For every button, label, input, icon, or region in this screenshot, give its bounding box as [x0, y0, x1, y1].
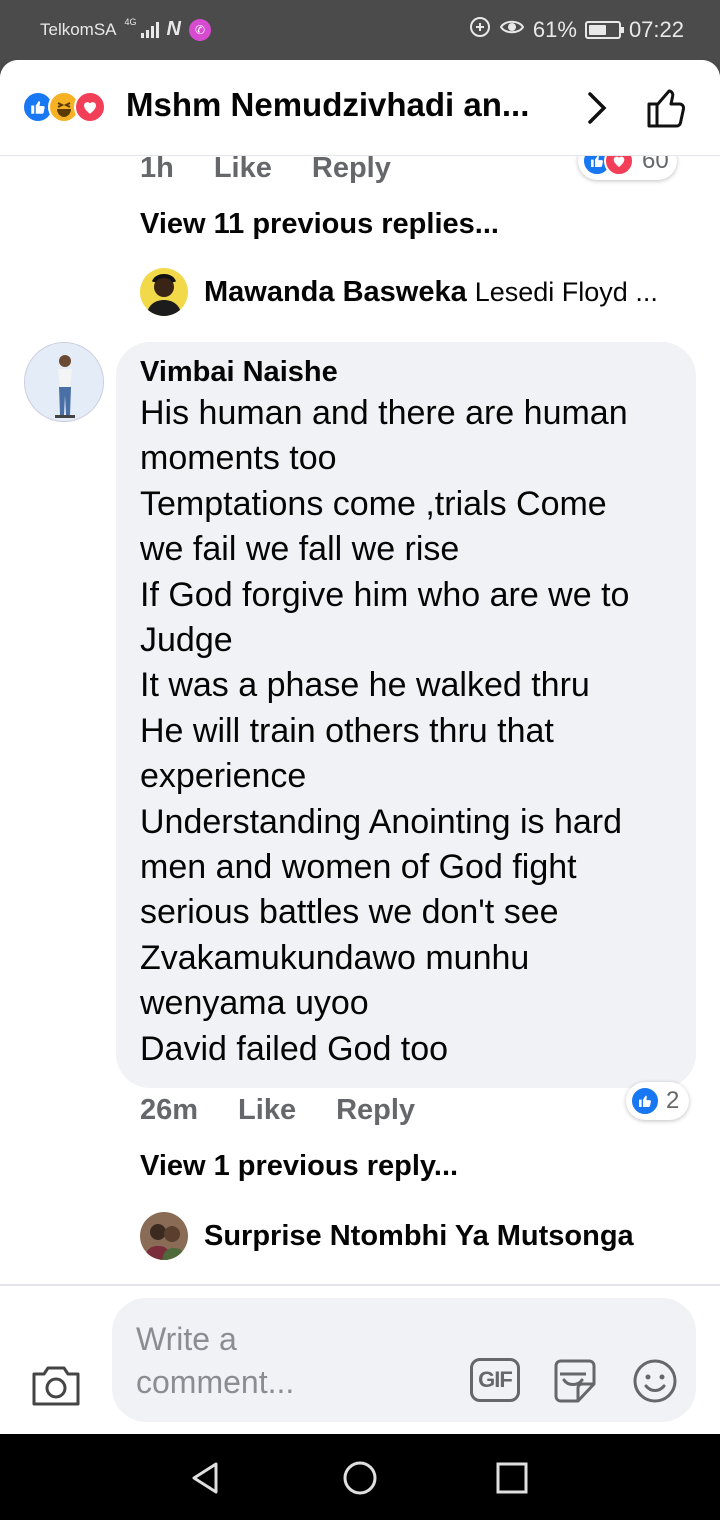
carrier-name: TelkomSA: [40, 19, 117, 39]
avatar: [140, 1212, 188, 1260]
system-nav-bar: [0, 1434, 720, 1520]
clock: 07:22: [628, 17, 684, 42]
love-icon: [74, 91, 106, 123]
latest-reply-preview[interactable]: Mawanda Basweka Lesedi Floyd ...: [140, 268, 658, 316]
reply-author-name[interactable]: Mawanda Basweka: [204, 276, 467, 309]
comment-line: Understanding Anointing is hard: [140, 802, 622, 841]
gif-icon[interactable]: GIF: [470, 1358, 520, 1402]
comment-line: serious battles we don't see: [140, 893, 559, 932]
comment-line: Temptations come ,trials Come: [140, 484, 607, 523]
view-previous-reply-link[interactable]: View 1 previous reply...: [140, 1150, 458, 1183]
comment-line: It was a phase he walked thru: [140, 666, 590, 705]
comment-line: Judge: [140, 621, 233, 660]
comment-reaction-pill[interactable]: 2: [626, 1082, 690, 1120]
sticker-icon[interactable]: [550, 1356, 600, 1406]
status-bar: TelkomSA 4G N ✆ 61% 07:22: [0, 0, 720, 62]
previous-like-button[interactable]: Like: [214, 152, 272, 185]
nfc-icon: N: [166, 18, 181, 40]
status-right: 61% 07:22: [469, 16, 684, 44]
eye-comfort-icon: [499, 16, 525, 44]
avatar[interactable]: [24, 342, 104, 422]
network-type: 4G: [124, 17, 137, 27]
comment-line: experience: [140, 757, 307, 796]
signal-icon: [140, 21, 159, 38]
latest-reply-preview[interactable]: Surprise Ntombhi Ya Mutsonga: [140, 1212, 634, 1260]
comment-bubble[interactable]: Vimbai Naishe His human and there are hu…: [116, 342, 696, 1088]
data-saver-icon: [469, 16, 491, 44]
comment-line: we fail we fall we rise: [140, 530, 460, 569]
comment-body: His human and there are human moments to…: [140, 391, 672, 1072]
composer-divider: [0, 1284, 720, 1286]
previous-comment-actions: 1h Like Reply: [140, 152, 391, 185]
chevron-right-icon[interactable]: [580, 88, 616, 128]
comment-line: wenyama uyoo: [140, 984, 369, 1023]
comment-actions: 26m Like Reply: [140, 1094, 415, 1127]
reply-author-name[interactable]: Surprise Ntombhi Ya Mutsonga: [204, 1220, 634, 1253]
comment-author[interactable]: Vimbai Naishe: [140, 356, 672, 389]
comment-line: Zvakamukundawo munhu: [140, 938, 530, 977]
comment-line: men and women of God fight: [140, 848, 577, 887]
comment-reaction-count: 2: [666, 1087, 680, 1114]
reply-preview-text: Lesedi Floyd ...: [474, 276, 658, 307]
status-left: TelkomSA 4G N ✆: [40, 18, 211, 41]
battery-percent: 61%: [532, 17, 577, 42]
comment-line: If God forgive him who are we to: [140, 575, 630, 614]
emoji-icon[interactable]: [632, 1358, 678, 1404]
previous-comment-time: 1h: [140, 152, 174, 184]
comment-line: He will train others thru that: [140, 711, 554, 750]
like-outline-icon[interactable]: [644, 84, 692, 132]
view-previous-replies-link[interactable]: View 11 previous replies...: [140, 208, 499, 241]
comment-line: moments too: [140, 439, 337, 478]
post-title[interactable]: Mshm Nemudzivhadi an...: [126, 86, 556, 124]
reactions-summary[interactable]: [22, 91, 106, 123]
home-icon[interactable]: [340, 1458, 380, 1498]
like-icon: [630, 1086, 660, 1116]
battery-icon: [584, 21, 624, 39]
comment-time: 26m: [140, 1094, 199, 1126]
sheet-header: Mshm Nemudzivhadi an...: [0, 60, 720, 156]
avatar: [140, 268, 188, 316]
reply-button[interactable]: Reply: [336, 1094, 415, 1127]
back-icon[interactable]: [186, 1458, 226, 1498]
previous-reply-button[interactable]: Reply: [312, 152, 391, 185]
comment-input[interactable]: Write a comment... GIF: [112, 1298, 696, 1422]
camera-icon[interactable]: [30, 1360, 82, 1408]
recents-icon[interactable]: [492, 1458, 532, 1498]
whatsapp-icon: ✆: [189, 18, 211, 41]
comment-line: David failed God too: [140, 1029, 449, 1068]
comment-input-placeholder: Write a comment...: [136, 1321, 295, 1400]
like-button[interactable]: Like: [238, 1094, 296, 1127]
comment-line: His human and there are human: [140, 394, 628, 432]
comments-sheet: Mshm Nemudzivhadi an... 1h Like Reply 60…: [0, 60, 720, 1434]
